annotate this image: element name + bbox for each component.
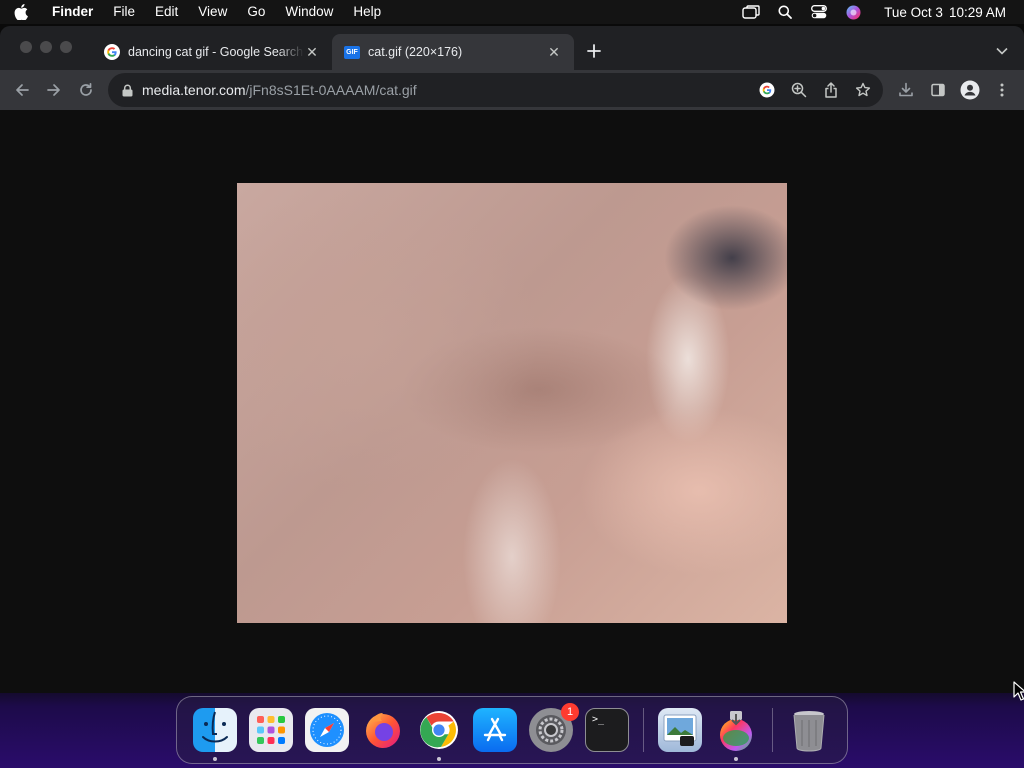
terminal-icon: >_ bbox=[585, 708, 629, 752]
back-icon bbox=[16, 84, 29, 96]
dock-app-store[interactable] bbox=[473, 708, 517, 752]
siri-icon[interactable] bbox=[836, 5, 870, 20]
spotlight-search-icon[interactable] bbox=[768, 5, 802, 19]
menu-help[interactable]: Help bbox=[343, 0, 391, 24]
zoom-button[interactable] bbox=[783, 74, 815, 106]
share-button[interactable] bbox=[815, 74, 847, 106]
dock-trash[interactable] bbox=[787, 708, 831, 752]
zoom-window-button[interactable] bbox=[60, 41, 72, 53]
url-path: /jFn8sS1Et-0AAAAM/cat.gif bbox=[245, 82, 417, 98]
launchpad-icon bbox=[249, 708, 293, 752]
reload-button[interactable] bbox=[70, 74, 102, 106]
dock-firefox[interactable] bbox=[361, 708, 405, 752]
trash-icon bbox=[787, 708, 831, 752]
minimize-window-button[interactable] bbox=[40, 41, 52, 53]
menu-view[interactable]: View bbox=[188, 0, 237, 24]
menu-bar: Finder File Edit View Go Window Help Tue… bbox=[0, 0, 1024, 24]
window-controls bbox=[20, 41, 72, 53]
browser-toolbar: media.tenor.com/jFn8sS1Et-0AAAAM/cat.gif bbox=[0, 70, 1024, 110]
dock-launchpad[interactable] bbox=[249, 708, 293, 752]
chevron-down-icon bbox=[996, 47, 1008, 55]
side-panel-icon bbox=[931, 83, 945, 97]
screen-mirroring-icon[interactable] bbox=[734, 5, 768, 19]
forward-icon bbox=[47, 84, 60, 96]
dock-safari[interactable] bbox=[305, 708, 349, 752]
tab-cat-gif[interactable]: GIF cat.gif (220×176) ✕ bbox=[332, 34, 574, 70]
menu-window[interactable]: Window bbox=[275, 0, 343, 24]
address-url[interactable]: media.tenor.com/jFn8sS1Et-0AAAAM/cat.gif bbox=[142, 82, 417, 98]
chrome-icon bbox=[417, 708, 461, 752]
close-window-button[interactable] bbox=[20, 41, 32, 53]
control-center-icon[interactable] bbox=[802, 5, 836, 19]
share-icon bbox=[825, 82, 837, 98]
new-tab-button[interactable] bbox=[582, 39, 606, 63]
zoom-icon bbox=[791, 82, 807, 98]
menu-file[interactable]: File bbox=[103, 0, 145, 24]
menu-app-finder[interactable]: Finder bbox=[40, 0, 103, 24]
tab-search-button[interactable] bbox=[992, 39, 1012, 63]
dock-system-settings[interactable]: 1 bbox=[529, 703, 579, 752]
tab-title: dancing cat gif - Google Search bbox=[128, 45, 304, 59]
forward-button[interactable] bbox=[38, 74, 70, 106]
running-indicator bbox=[437, 757, 441, 761]
bookmark-star-icon bbox=[855, 82, 871, 97]
dock-terminal[interactable]: >_ bbox=[585, 708, 629, 752]
dock-separator bbox=[772, 708, 773, 752]
mouse-cursor-icon bbox=[1013, 681, 1024, 701]
address-bar[interactable]: media.tenor.com/jFn8sS1Et-0AAAAM/cat.gif bbox=[108, 73, 883, 107]
close-tab-icon[interactable]: ✕ bbox=[304, 44, 320, 60]
profile-icon bbox=[960, 80, 980, 100]
downloads-button[interactable] bbox=[890, 74, 922, 106]
lock-icon[interactable] bbox=[120, 84, 134, 97]
apple-icon[interactable] bbox=[14, 4, 40, 20]
clock-date: Tue Oct 3 bbox=[884, 4, 943, 20]
installer-icon bbox=[714, 708, 758, 752]
dock: 1 >_ bbox=[176, 696, 848, 764]
app-store-icon bbox=[473, 708, 517, 752]
browser-window: dancing cat gif - Google Search ✕ GIF ca… bbox=[0, 26, 1024, 693]
dock-preview[interactable] bbox=[658, 708, 702, 752]
chrome-menu-button[interactable] bbox=[986, 74, 1018, 106]
page-content bbox=[0, 110, 1024, 693]
running-indicator bbox=[734, 757, 738, 761]
reload-icon bbox=[80, 82, 92, 96]
side-panel-button[interactable] bbox=[922, 74, 954, 106]
tab-title: cat.gif (220×176) bbox=[368, 45, 463, 59]
close-tab-icon[interactable]: ✕ bbox=[546, 44, 562, 60]
firefox-icon bbox=[361, 708, 405, 752]
safari-icon bbox=[305, 708, 349, 752]
dock-installer[interactable] bbox=[714, 708, 758, 761]
google-lens-button[interactable] bbox=[751, 74, 783, 106]
preview-icon bbox=[658, 708, 702, 752]
dock-finder[interactable] bbox=[193, 708, 237, 761]
cat-gif-image[interactable] bbox=[237, 183, 787, 623]
url-host: media.tenor.com bbox=[142, 82, 246, 98]
terminal-prompt: >_ bbox=[592, 714, 605, 725]
clock-time: 10:29 AM bbox=[948, 4, 1006, 20]
bookmark-button[interactable] bbox=[847, 74, 879, 106]
google-icon bbox=[104, 44, 120, 60]
finder-icon bbox=[193, 708, 237, 752]
menu-kebab-icon bbox=[1000, 83, 1004, 97]
menu-bar-clock[interactable]: Tue Oct 3 10:29 AM bbox=[878, 5, 1006, 20]
tab-google-search[interactable]: dancing cat gif - Google Search ✕ bbox=[92, 34, 332, 70]
dock-separator bbox=[643, 708, 644, 752]
menu-go[interactable]: Go bbox=[237, 0, 275, 24]
running-indicator bbox=[213, 757, 217, 761]
notification-badge: 1 bbox=[561, 703, 579, 721]
google-lens-icon bbox=[759, 82, 775, 98]
gif-icon: GIF bbox=[344, 44, 360, 60]
tab-strip: dancing cat gif - Google Search ✕ GIF ca… bbox=[0, 26, 1024, 70]
back-button[interactable] bbox=[6, 74, 38, 106]
dock-chrome[interactable] bbox=[417, 708, 461, 761]
profile-button[interactable] bbox=[954, 74, 986, 106]
desktop: Finder File Edit View Go Window Help Tue… bbox=[0, 0, 1024, 768]
plus-icon bbox=[587, 44, 601, 58]
download-icon bbox=[899, 82, 913, 97]
menu-edit[interactable]: Edit bbox=[145, 0, 188, 24]
